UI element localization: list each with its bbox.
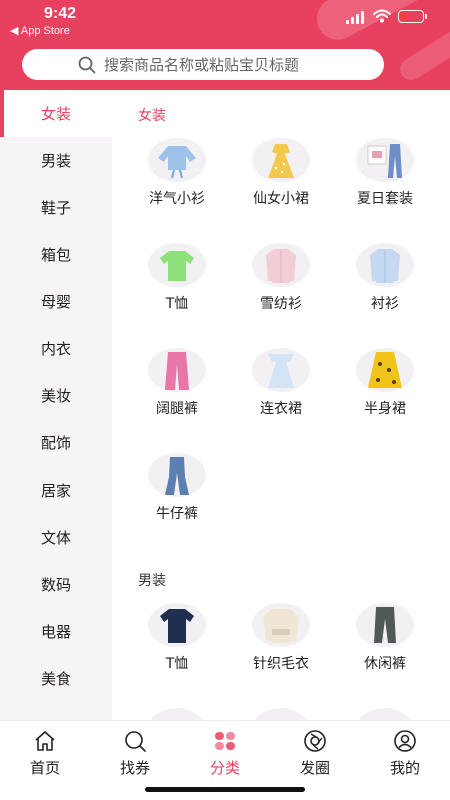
- sidebar-item-home[interactable]: 居家: [0, 467, 112, 514]
- sidebar-item-bags[interactable]: 箱包: [0, 231, 112, 278]
- search-bar[interactable]: [22, 49, 384, 80]
- category-item[interactable]: 洋气小衫: [127, 138, 227, 228]
- category-sidebar: 女装 男装 鞋子 箱包 母婴 内衣 美妆 配饰 居家 文体 数码 电器 美食: [0, 90, 112, 720]
- category-item[interactable]: 雪纺衫: [231, 243, 331, 333]
- category-item-label: 连衣裙: [260, 401, 302, 417]
- search-input[interactable]: [104, 54, 364, 75]
- category-item[interactable]: 休闲裤: [335, 603, 435, 693]
- section-title-men: 男装: [138, 573, 166, 589]
- sidebar-item-stationery[interactable]: 文体: [0, 514, 112, 561]
- category-item[interactable]: 夏日套装: [335, 138, 435, 228]
- category-item-label: 阔腿裤: [156, 401, 198, 417]
- sidebar-item-food[interactable]: 美食: [0, 655, 112, 702]
- category-icon: [215, 732, 235, 750]
- category-item[interactable]: 牛仔裤: [127, 453, 227, 543]
- home-indicator: [145, 787, 305, 792]
- category-item[interactable]: T恤: [127, 603, 227, 693]
- category-item[interactable]: 半身裙: [335, 348, 435, 438]
- search-icon: [78, 56, 96, 74]
- category-item-label: T恤: [165, 296, 189, 312]
- status-time: 9:42: [44, 5, 77, 22]
- category-item-label: 半身裙: [364, 401, 406, 417]
- green-tshirt-icon: [160, 251, 194, 281]
- battery-icon: [398, 10, 424, 23]
- category-item-label: 雪纺衫: [260, 296, 302, 312]
- category-item-label: 夏日套装: [357, 191, 413, 207]
- yellow-dress-icon: [268, 144, 294, 178]
- category-item[interactable]: [127, 708, 227, 720]
- tab-coupons-label: 找券: [119, 759, 150, 777]
- category-item[interactable]: 连衣裙: [231, 348, 331, 438]
- header-decoration: [396, 17, 450, 85]
- sidebar-item-accessories[interactable]: 配饰: [0, 419, 112, 466]
- sidebar-item-shoes[interactable]: 鞋子: [0, 184, 112, 231]
- category-item-label: T恤: [165, 656, 189, 672]
- profile-icon: [394, 730, 416, 752]
- blue-shirt-icon: [370, 249, 400, 283]
- section-title-women: 女装: [138, 108, 166, 124]
- header-bar: 9:42 ◀ App Store: [0, 0, 450, 90]
- sidebar-item-baby[interactable]: 母婴: [0, 278, 112, 325]
- tab-moments[interactable]: 发圈: [280, 729, 350, 779]
- jogger-pants-icon: [374, 607, 396, 643]
- category-item[interactable]: 针织毛衣: [231, 603, 331, 693]
- tab-coupons[interactable]: 找券: [100, 729, 170, 779]
- tab-category[interactable]: 分类: [190, 729, 260, 779]
- home-icon: [35, 731, 55, 751]
- floral-skirt-icon: [368, 352, 402, 388]
- light-dress-icon: [268, 354, 294, 388]
- category-item-label: 休闲裤: [364, 656, 406, 672]
- category-item-label: 仙女小裙: [253, 191, 309, 207]
- pink-wide-pants-icon: [165, 352, 189, 390]
- tab-home[interactable]: 首页: [10, 729, 80, 779]
- category-item-label: 针织毛衣: [253, 656, 309, 672]
- category-item[interactable]: [335, 708, 435, 720]
- jeans-icon: [165, 457, 189, 495]
- wifi-icon: [373, 9, 391, 23]
- category-item-label: 衬衫: [371, 296, 399, 312]
- sidebar-item-women[interactable]: 女装: [0, 90, 112, 137]
- blue-blouse-icon: [158, 146, 196, 179]
- tab-profile-label: 我的: [389, 759, 420, 777]
- category-content: 女装 洋气小衫 仙女小裙 夏日套装 T恤 雪纺衫 衬衫 阔腿裤 连衣裙 半身裙 …: [112, 90, 450, 720]
- sidebar-item-underwear[interactable]: 内衣: [0, 325, 112, 372]
- category-item-label: 牛仔裤: [156, 506, 198, 522]
- coupon-search-icon: [125, 731, 146, 752]
- sidebar-item-men[interactable]: 男装: [0, 137, 112, 184]
- summer-outfit-icon: [367, 144, 402, 178]
- tab-profile[interactable]: 我的: [370, 729, 440, 779]
- category-item[interactable]: [231, 708, 331, 720]
- tab-moments-label: 发圈: [299, 759, 330, 777]
- category-item[interactable]: 阔腿裤: [127, 348, 227, 438]
- sidebar-item-digital[interactable]: 数码: [0, 561, 112, 608]
- camera-circle-icon: [304, 730, 326, 752]
- category-item-label: 洋气小衫: [149, 191, 205, 207]
- knit-sweater-icon: [263, 609, 299, 643]
- signal-icon: [346, 10, 366, 24]
- back-to-app-store-link[interactable]: ◀ App Store: [10, 24, 70, 37]
- status-icons: [346, 9, 436, 26]
- navy-tshirt-icon: [160, 609, 194, 643]
- category-item[interactable]: T恤: [127, 243, 227, 333]
- sidebar-item-beauty[interactable]: 美妆: [0, 372, 112, 419]
- category-item[interactable]: 衬衫: [335, 243, 435, 333]
- tab-category-label: 分类: [209, 759, 240, 777]
- tab-home-label: 首页: [29, 759, 60, 777]
- pink-chiffon-shirt-icon: [266, 249, 296, 283]
- sidebar-item-appliances[interactable]: 电器: [0, 608, 112, 655]
- category-item[interactable]: 仙女小裙: [231, 138, 331, 228]
